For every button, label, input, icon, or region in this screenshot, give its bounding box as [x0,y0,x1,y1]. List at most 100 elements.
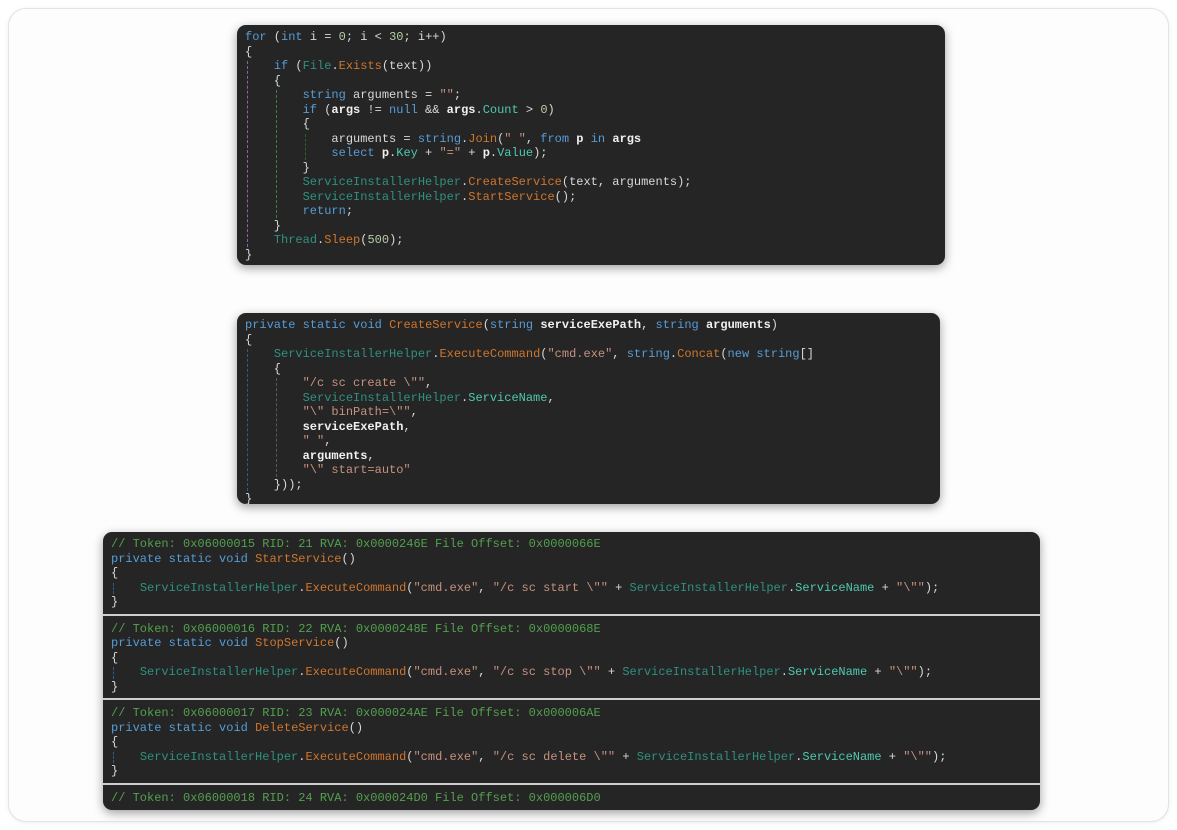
code-line: ServiceInstallerHelper.ExecuteCommand("c… [111,665,1032,680]
keyword-token: string [490,318,533,332]
plain-token [248,721,255,735]
plain-token [295,318,302,332]
method-token: StartService [255,552,341,566]
plain-token [245,449,303,463]
parameter-token: p [382,146,389,160]
string-token: "cmd.exe" [547,347,612,361]
string-token: " " [504,132,526,146]
code-line: { [245,45,937,60]
string-token: "\" binPath=\"" [303,405,411,419]
string-token: "\"" [889,665,918,679]
keyword-token: static [169,636,212,650]
plain-token: ) [771,318,778,332]
plain-token: (text)) [382,59,432,73]
type-token: File [303,59,332,73]
code-line: private static void StartService() [111,552,1032,567]
code-line: } [245,492,932,504]
plain-token: } [111,595,118,609]
code-line: if (args != null && args.Count > 0) [245,103,937,118]
indent-guide [113,583,114,595]
indent-guide [276,90,277,218]
parameter-token: p [483,146,490,160]
keyword-token: string [627,347,670,361]
string-token: "/c sc stop \"" [493,665,601,679]
string-token: "cmd.exe" [413,750,478,764]
plain-token [111,750,140,764]
comment-token: // Token: 0x06000018 RID: 24 RVA: 0x0000… [111,791,601,805]
plain-token: (text, arguments); [562,175,692,189]
indent-guide [113,667,114,679]
plain-token: } [245,492,252,504]
plain-token: ( [720,347,727,361]
keyword-token: void [353,318,382,332]
code-section: // Token: 0x06000016 RID: 22 RVA: 0x0000… [111,622,1032,695]
plain-token [245,463,303,477]
plain-token: , [478,665,492,679]
method-token: CreateService [468,175,562,189]
comment-token: // Token: 0x06000015 RID: 21 RVA: 0x0000… [111,537,601,551]
plain-token: , [411,405,418,419]
type-token: ServiceInstallerHelper [274,347,432,361]
method-token: CreateService [389,318,483,332]
string-token: "" [439,88,453,102]
keyword-token: static [169,552,212,566]
plain-token: () [341,552,355,566]
plain-token: && [418,103,447,117]
plain-token: { [245,117,310,131]
code-line: private static void CreateService(string… [245,318,932,333]
plain-token: , [324,434,331,448]
for-loop-code-panel: for (int i = 0; i < 30; i++){ if (File.E… [237,25,945,265]
method-token: Sleep [324,233,360,247]
code-line: ServiceInstallerHelper.ExecuteCommand("c… [111,581,1032,596]
plain-token: ); [389,233,403,247]
plain-token [375,146,382,160]
number-token: 0 [339,30,346,44]
plain-token [111,665,140,679]
parameter-token: args [331,103,360,117]
keyword-token: string [418,132,461,146]
keyword-token: string [656,318,699,332]
comment-token: // Token: 0x06000016 RID: 22 RVA: 0x0000… [111,622,601,636]
service-methods-code-panel: // Token: 0x06000015 RID: 21 RVA: 0x0000… [103,532,1040,810]
code-line: for (int i = 0; i < 30; i++) [245,30,937,45]
plain-token: + [882,750,904,764]
plain-token: { [245,333,252,347]
type-token: ServiceInstallerHelper [303,391,461,405]
type-token: ServiceInstallerHelper [630,581,788,595]
method-token: DeleteService [255,721,349,735]
plain-token: { [111,566,118,580]
keyword-token: new [728,347,750,361]
code-line: { [111,735,1032,750]
section-divider [103,614,1040,616]
string-token: "cmd.exe" [413,581,478,595]
indent-guide [247,349,248,491]
plain-token: , [425,376,432,390]
method-token: StopService [255,636,334,650]
plain-token: + [418,146,440,160]
plain-token: > [519,103,541,117]
parameter-token: args [612,132,641,146]
plain-token [699,318,706,332]
keyword-token: if [274,59,288,73]
plain-token: + [874,581,896,595]
plain-token [248,552,255,566]
plain-token: , [367,449,374,463]
plain-token [346,318,353,332]
plain-token: , [526,132,540,146]
plain-token: ); [925,581,939,595]
string-token: "/c sc start \"" [493,581,608,595]
code-line: } [245,161,937,176]
code-line: { [245,362,932,377]
indent-guide [247,61,248,247]
keyword-token: private [111,636,161,650]
code-line: // Token: 0x06000018 RID: 24 RVA: 0x0000… [111,791,1032,806]
keyword-token: string [756,347,799,361]
plain-token: ; [454,88,461,102]
plain-token: { [245,362,281,376]
type-token: ServiceInstallerHelper [303,175,461,189]
type-token: ServiceInstallerHelper [622,665,780,679]
plain-token: ; i++) [403,30,446,44]
plain-token [245,103,303,117]
keyword-token: return [303,204,346,218]
plain-token [245,88,303,102]
